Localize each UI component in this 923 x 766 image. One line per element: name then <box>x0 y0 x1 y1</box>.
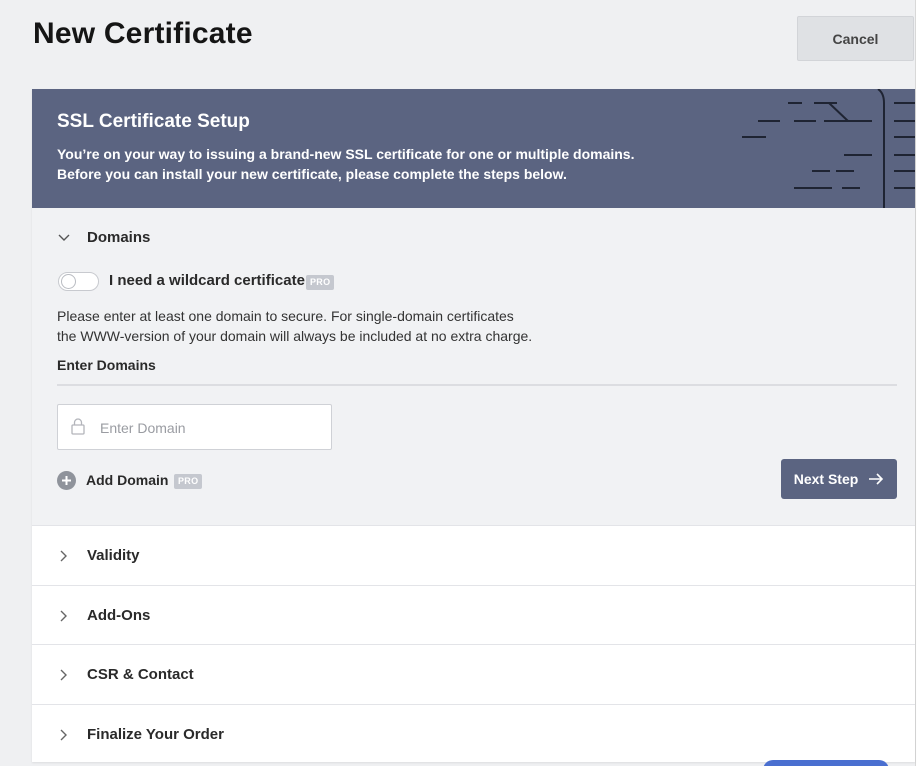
domains-info-line-1: Please enter at least one domain to secu… <box>57 308 514 324</box>
page-title: New Certificate <box>33 17 253 50</box>
hero-description: You’re on your way to issuing a brand-ne… <box>57 144 697 184</box>
step-add-ons-label: Add-Ons <box>87 607 151 624</box>
wildcard-toggle[interactable] <box>58 272 99 291</box>
lock-icon <box>71 418 85 440</box>
domains-step-label: Domains <box>87 229 151 246</box>
hero-description-line-1: You’re on your way to issuing a brand-ne… <box>57 146 635 162</box>
chevron-right-icon <box>57 728 71 742</box>
section-divider <box>57 384 897 386</box>
domain-input[interactable] <box>98 405 327 451</box>
next-step-button[interactable]: Next Step <box>781 459 897 499</box>
domains-step: Domains I need a wildcard certificate PR… <box>32 208 915 525</box>
step-add-ons[interactable]: Add-Ons <box>32 585 915 644</box>
step-validity[interactable]: Validity <box>32 525 915 584</box>
step-csr-contact-label: CSR & Contact <box>87 666 194 683</box>
domains-step-header[interactable]: Domains <box>32 208 915 267</box>
scrollbar-edge <box>915 0 923 766</box>
chevron-right-icon <box>57 668 71 682</box>
domains-info-text: Please enter at least one domain to secu… <box>57 306 577 346</box>
chevron-right-icon <box>57 549 71 563</box>
domains-info-line-2: the WWW-version of your domain will alwa… <box>57 328 533 344</box>
next-step-label: Next Step <box>793 471 859 487</box>
step-validity-label: Validity <box>87 547 140 564</box>
hero-description-line-2: Before you can install your new certific… <box>57 166 567 182</box>
page: New Certificate Cancel SSL Certificate S… <box>0 0 923 766</box>
add-domain-pro-badge: PRO <box>174 474 203 489</box>
chevron-right-icon <box>57 609 71 623</box>
toggle-knob <box>61 274 76 289</box>
step-add-ons-header: Add-Ons <box>32 586 915 645</box>
certificate-setup-card: SSL Certificate Setup You’re on your way… <box>32 89 915 762</box>
floating-action-button-edge[interactable] <box>763 760 889 766</box>
step-finalize-order[interactable]: Finalize Your Order <box>32 704 915 762</box>
setup-hero-banner: SSL Certificate Setup You’re on your way… <box>32 89 915 208</box>
step-csr-contact[interactable]: CSR & Contact <box>32 644 915 703</box>
wildcard-pro-badge: PRO <box>306 275 335 290</box>
step-finalize-order-label: Finalize Your Order <box>87 726 224 743</box>
step-finalize-order-header: Finalize Your Order <box>32 705 915 762</box>
add-domain-button[interactable]: Add Domain <box>57 470 168 490</box>
wildcard-label: I need a wildcard certificate <box>109 272 305 289</box>
plus-circle-icon <box>57 470 76 490</box>
step-csr-contact-header: CSR & Contact <box>32 645 915 704</box>
arrow-right-icon <box>868 473 884 485</box>
hero-title: SSL Certificate Setup <box>57 111 250 132</box>
circuit-decoration <box>742 89 915 208</box>
enter-domains-label: Enter Domains <box>57 357 156 373</box>
step-validity-header: Validity <box>32 526 915 585</box>
domain-input-wrapper <box>57 404 332 451</box>
cancel-button[interactable]: Cancel <box>797 16 914 61</box>
add-domain-label: Add Domain <box>86 472 169 488</box>
chevron-down-icon <box>57 231 71 245</box>
